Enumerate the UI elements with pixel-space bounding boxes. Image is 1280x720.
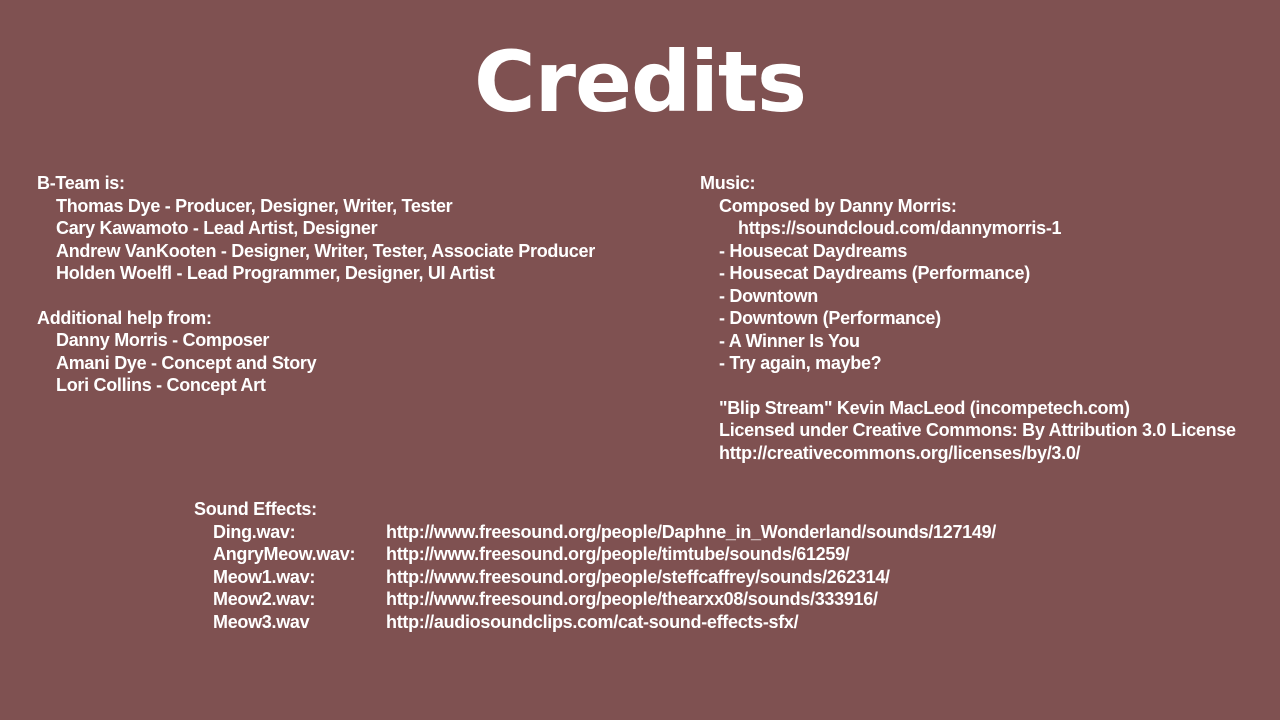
sound-effect-row: Meow3.wav http://audiosoundclips.com/cat… (194, 611, 996, 634)
sound-effect-url: http://www.freesound.org/people/timtube/… (386, 544, 850, 564)
sound-effect-file: Meow1.wav: (213, 566, 316, 587)
team-credits: B-Team is: Thomas Dye - Producer, Design… (37, 172, 595, 397)
sound-effect-row: Meow2.wav: http://www.freesound.org/peop… (194, 588, 996, 611)
sound-effect-url: http://audiosoundclips.com/cat-sound-eff… (386, 611, 799, 632)
team-heading: B-Team is: (37, 173, 125, 193)
additional-help-heading: Additional help from: (37, 307, 212, 328)
music-track: - Try again, maybe? (719, 353, 882, 373)
music-credits: Music: Composed by Danny Morris: https:/… (700, 172, 1236, 464)
sound-effects-heading: Sound Effects: (194, 499, 317, 519)
sound-effects-credits: Sound Effects: Ding.wav: http://www.free… (194, 498, 996, 633)
music-track: - Downtown (719, 285, 818, 306)
music-track: - Housecat Daydreams (Performance) (719, 263, 1030, 283)
music-track: - A Winner Is You (719, 330, 860, 351)
composer-url: https://soundcloud.com/dannymorris-1 (738, 218, 1062, 238)
sound-effect-file: Meow2.wav: (213, 589, 316, 609)
sound-effect-url: http://www.freesound.org/people/thearxx0… (386, 589, 878, 609)
additional-helper: Lori Collins - Concept Art (56, 375, 266, 395)
team-member: Andrew VanKooten - Designer, Writer, Tes… (56, 240, 595, 261)
sound-effect-file: Meow3.wav (213, 611, 310, 632)
sound-effect-row: AngryMeow.wav: http://www.freesound.org/… (194, 543, 996, 566)
additional-helper: Danny Morris - Composer (56, 330, 270, 350)
music-heading: Music: (700, 173, 756, 193)
team-member: Thomas Dye - Producer, Designer, Writer,… (56, 195, 453, 216)
credits-title: Credits (473, 33, 807, 131)
composer-line: Composed by Danny Morris: (719, 195, 957, 216)
sound-effect-file: AngryMeow.wav: (213, 544, 356, 564)
team-member: Cary Kawamoto - Lead Artist, Designer (56, 218, 378, 238)
license-url: http://creativecommons.org/licenses/by/3… (719, 442, 1081, 463)
additional-helper: Amani Dye - Concept and Story (56, 352, 317, 373)
sound-effect-url: http://www.freesound.org/people/steffcaf… (386, 566, 890, 587)
sound-effect-file: Ding.wav: (213, 521, 296, 542)
blip-stream-credit: "Blip Stream" Kevin MacLeod (incompetech… (719, 397, 1130, 418)
sound-effect-url: http://www.freesound.org/people/Daphne_i… (386, 521, 996, 542)
music-track: - Housecat Daydreams (719, 240, 908, 261)
music-track: - Downtown (Performance) (719, 308, 941, 328)
sound-effect-row: Meow1.wav: http://www.freesound.org/peop… (194, 566, 996, 589)
team-member: Holden Woelfl - Lead Programmer, Designe… (56, 263, 495, 283)
license-line: Licensed under Creative Commons: By Attr… (719, 420, 1236, 440)
sound-effect-row: Ding.wav: http://www.freesound.org/peopl… (194, 521, 996, 544)
